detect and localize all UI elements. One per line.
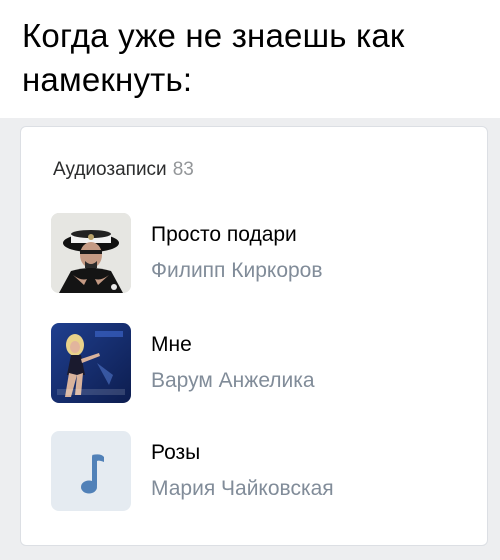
track-artist[interactable]: Варум Анжелика: [151, 369, 315, 393]
page-background: Аудиозаписи 83 Просто подари Филипп Кирк…: [0, 118, 500, 560]
audio-track-row[interactable]: Просто подари Филипп Киркоров: [51, 213, 471, 295]
track-title[interactable]: Розы: [151, 441, 200, 465]
audio-section-title[interactable]: Аудиозаписи: [53, 159, 167, 180]
music-note-placeholder[interactable]: [51, 431, 131, 511]
track-artist[interactable]: Филипп Киркоров: [151, 259, 323, 283]
audio-count: 83: [172, 159, 194, 180]
track-title[interactable]: Просто подари: [151, 223, 297, 247]
audio-track-row[interactable]: Мне Варум Анжелика: [51, 323, 471, 405]
track-artist[interactable]: Мария Чайковская: [151, 477, 334, 501]
audio-track-row[interactable]: Розы Мария Чайковская: [51, 431, 471, 513]
album-cover-varum[interactable]: [51, 323, 131, 403]
music-note-icon: [81, 454, 104, 494]
album-cover-kirkorov[interactable]: [51, 213, 131, 293]
audio-section-header[interactable]: Аудиозаписи 83: [53, 159, 194, 181]
meme-caption: Когда уже не знаешь как намекнуть:: [22, 17, 405, 98]
track-title[interactable]: Мне: [151, 333, 192, 357]
audio-card: Аудиозаписи 83 Просто подари Филипп Кирк…: [20, 126, 488, 546]
